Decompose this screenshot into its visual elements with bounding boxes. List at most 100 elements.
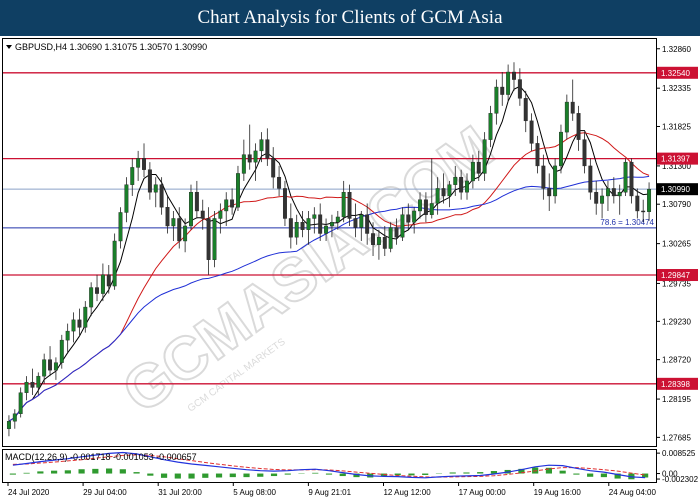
candle-body bbox=[570, 101, 575, 114]
candle-body bbox=[42, 359, 47, 377]
candle-body bbox=[394, 227, 399, 238]
candle-body bbox=[241, 154, 246, 174]
time-tick-label: 12 Aug 12:00 bbox=[383, 488, 431, 497]
candle-body bbox=[265, 139, 270, 159]
candle-body bbox=[112, 240, 117, 287]
candle-body bbox=[183, 225, 188, 242]
candle-body bbox=[576, 113, 581, 140]
candle-body bbox=[318, 214, 323, 234]
candle-body bbox=[288, 218, 293, 238]
chart-analysis-page: Chart Analysis for Clients of GCM Asia G… bbox=[0, 0, 700, 500]
candle-body bbox=[470, 161, 475, 182]
candle-body bbox=[553, 165, 558, 197]
candle-body bbox=[482, 139, 487, 174]
candle-body bbox=[329, 222, 334, 227]
candle-body bbox=[118, 212, 123, 242]
candle-body bbox=[294, 222, 299, 238]
candle-body bbox=[247, 154, 252, 163]
time-tick-label: 29 Jul 04:00 bbox=[83, 488, 127, 497]
candle-body bbox=[376, 237, 381, 245]
candle-body bbox=[629, 161, 634, 197]
candle-body bbox=[271, 158, 276, 178]
candle-body bbox=[277, 176, 282, 189]
price-axis: 1.328601.323351.318251.313001.307901.302… bbox=[656, 45, 698, 442]
candle-body bbox=[647, 188, 652, 212]
candle-body bbox=[523, 98, 528, 122]
price-level-tag-label: 1.32540 bbox=[661, 69, 690, 78]
candle-body bbox=[306, 218, 311, 230]
candle-body bbox=[236, 173, 240, 208]
price-tick-label: 1.32860 bbox=[662, 45, 691, 54]
candle-body bbox=[206, 218, 211, 260]
price-tick-label: 1.29230 bbox=[662, 317, 691, 326]
candle-body bbox=[312, 214, 317, 219]
time-axis: 24 Jul 2020 29 Jul 04:00 31 Jul 20:00 5 Aug… bbox=[7, 482, 656, 497]
banner-title: Chart Analysis for Clients of GCM Asia bbox=[0, 0, 700, 36]
candle-body bbox=[230, 199, 235, 208]
candle-body bbox=[418, 199, 422, 212]
candle-body bbox=[547, 188, 552, 197]
candle-body bbox=[623, 161, 628, 193]
candle-body bbox=[423, 199, 428, 215]
candle-body bbox=[617, 191, 622, 197]
candle-body bbox=[253, 150, 258, 163]
candle-body bbox=[100, 274, 105, 294]
candle bbox=[559, 124, 563, 174]
candle-body bbox=[224, 199, 229, 212]
candle-body bbox=[541, 165, 546, 189]
candle-body bbox=[36, 375, 41, 388]
candle-body bbox=[353, 218, 358, 228]
candle-body bbox=[59, 339, 64, 363]
price-tick-label: 1.28195 bbox=[662, 395, 691, 404]
candle-body bbox=[412, 210, 417, 223]
candle-body bbox=[24, 381, 29, 393]
price-level-tag-label: 1.28398 bbox=[661, 380, 690, 389]
macd-tick-label: 0.008525 bbox=[662, 449, 696, 458]
candle-body bbox=[365, 214, 370, 234]
candle-body bbox=[30, 381, 35, 388]
candle-body bbox=[611, 188, 616, 197]
candle-body bbox=[95, 287, 99, 294]
time-tick-label: 5 Aug 08:00 bbox=[233, 488, 276, 497]
price-tick-label: 1.28720 bbox=[662, 356, 691, 365]
symbol-header: GBPUSD,H4 1.30690 1.31075 1.30570 1.3099… bbox=[15, 42, 207, 52]
candle-body bbox=[600, 195, 605, 204]
candle-body bbox=[212, 218, 217, 260]
candle-body bbox=[71, 319, 76, 332]
candle-body bbox=[147, 169, 152, 193]
candle-body bbox=[106, 274, 111, 287]
candle-body bbox=[18, 392, 23, 414]
candle-body bbox=[564, 101, 569, 133]
price-tick-label: 1.30265 bbox=[662, 240, 691, 249]
candle-body bbox=[359, 214, 364, 228]
candle-body bbox=[594, 191, 599, 204]
candle-body bbox=[335, 216, 340, 223]
candle bbox=[212, 210, 217, 268]
candle-body bbox=[189, 191, 193, 227]
candle-body bbox=[65, 330, 70, 341]
candle-body bbox=[388, 227, 393, 249]
candle-body bbox=[535, 143, 540, 167]
candle-body bbox=[635, 195, 640, 212]
price-tick-label: 1.30790 bbox=[662, 200, 691, 209]
candle-body bbox=[218, 210, 223, 219]
price-level-tag-label: 1.30990 bbox=[661, 185, 690, 194]
candle-body bbox=[77, 319, 82, 328]
candle-body bbox=[429, 203, 434, 215]
candle-body bbox=[476, 161, 481, 174]
price-chart-canvas: GCMASIA.COM GCM CAPITAL MARKETS 78.6 = 1… bbox=[2, 38, 699, 497]
price-tick-label: 1.27685 bbox=[662, 433, 691, 442]
candle bbox=[623, 158, 628, 196]
candle-body bbox=[400, 214, 405, 238]
candle-body bbox=[136, 158, 141, 168]
candle-body bbox=[382, 237, 387, 249]
candle-body bbox=[494, 86, 499, 114]
candle-body bbox=[282, 188, 287, 219]
time-tick-label: 31 Jul 20:00 bbox=[158, 488, 202, 497]
candle-body bbox=[488, 113, 493, 140]
candle-body bbox=[153, 184, 158, 193]
candle-body bbox=[441, 188, 446, 197]
candle-body bbox=[89, 287, 94, 308]
candle-body bbox=[347, 191, 352, 219]
candle-body bbox=[605, 188, 610, 197]
